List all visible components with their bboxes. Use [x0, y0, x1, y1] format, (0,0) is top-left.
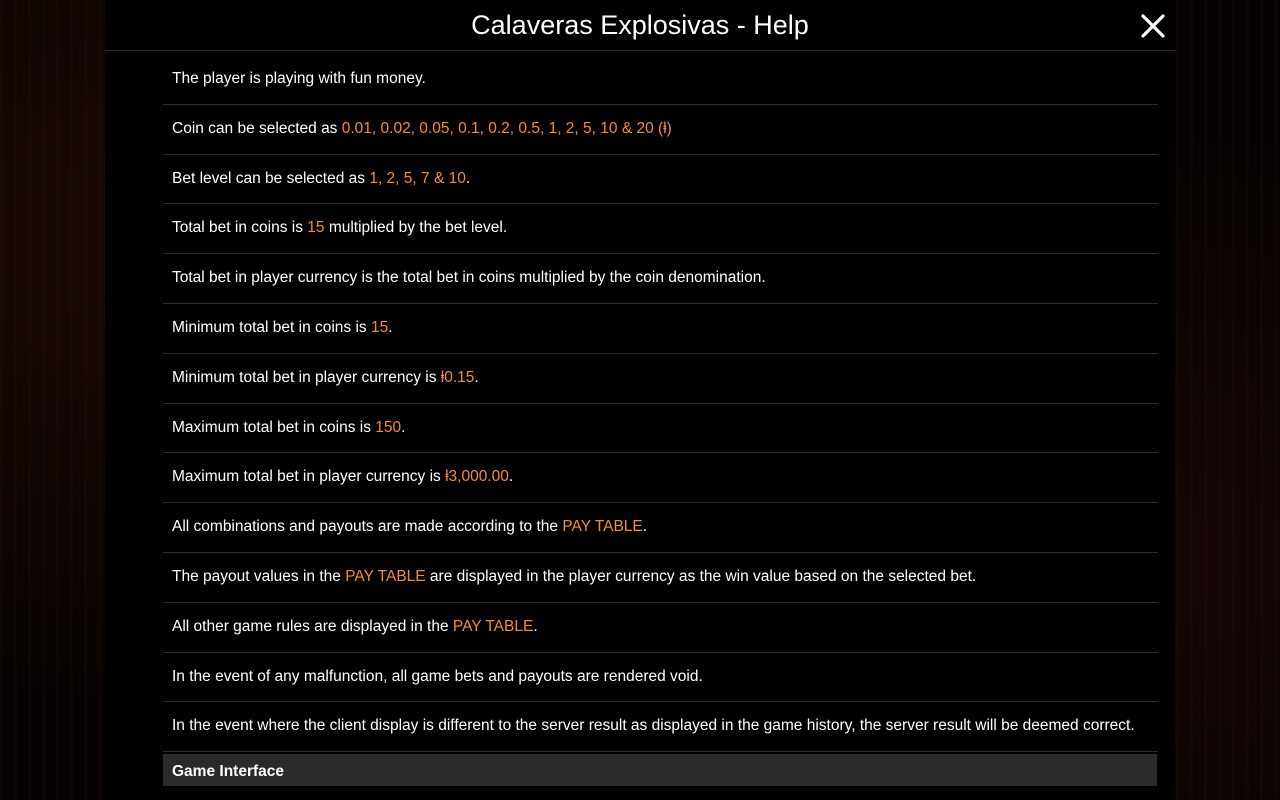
highlight-value: 15 — [307, 219, 325, 237]
help-panel: Calaveras Explosivas - Help The player i… — [105, 0, 1175, 800]
rule-text: . — [388, 318, 393, 336]
highlight-value: PAY TABLE — [452, 617, 534, 635]
rule-text: Maximum total bet in coins is — [172, 418, 376, 436]
rule-row: The player is playing with fun money. — [163, 55, 1158, 105]
help-title: Calaveras Explosivas - Help — [471, 10, 809, 40]
highlight-value: 1, 2, 5, 7 & 10 — [369, 169, 466, 187]
rule-row: Total bet in coins is 15 multiplied by t… — [163, 204, 1158, 255]
rule-text: . — [474, 368, 479, 386]
rule-text: multiplied by the bet level. — [324, 219, 508, 237]
rule-text: . — [401, 418, 406, 436]
rule-row: The payout values in the PAY TABLE are d… — [163, 553, 1158, 603]
rule-row: Minimum total bet in player currency is … — [163, 354, 1158, 404]
rule-row: Maximum total bet in player currency is … — [163, 453, 1158, 504]
rule-row: Total bet in player currency is the tota… — [163, 254, 1158, 304]
rule-text: Minimum total bet in player currency is — [172, 368, 441, 386]
rule-row: In the event of any malfunction, all gam… — [163, 653, 1158, 703]
rule-text: . — [642, 518, 648, 536]
rules-list: The player is playing with fun money. Coi… — [163, 55, 1158, 753]
rule-text: Total bet in player currency is the tota… — [172, 269, 766, 287]
help-header: Calaveras Explosivas - Help — [105, 0, 1175, 51]
rule-text: Minimum total bet in coins is — [172, 318, 371, 336]
rule-text: Bet level can be selected as — [172, 169, 370, 187]
highlight-value: PAY TABLE — [562, 518, 643, 536]
rule-text: In the event where the client display is… — [172, 717, 1135, 735]
section-header-game-interface: Game Interface — [163, 754, 1157, 786]
rule-text: All combinations and payouts are made ac… — [172, 518, 563, 536]
rule-row: Coin can be selected as 0.01, 0.02, 0.05… — [163, 105, 1158, 155]
rule-text: The payout values in the — [172, 567, 346, 585]
rule-text: . — [533, 617, 538, 635]
highlight-value: 150 — [375, 418, 402, 436]
highlight-value: 15 — [371, 318, 389, 336]
section-title: Game Interface — [172, 763, 284, 780]
close-icon — [1141, 14, 1165, 38]
rule-row: All combinations and payouts are made ac… — [163, 503, 1158, 553]
highlight-value: ⱡ0.15 — [440, 368, 475, 386]
rule-text: All other game rules are displayed in th… — [172, 617, 453, 635]
rule-text: Coin can be selected as — [172, 119, 342, 137]
rule-text: . — [465, 169, 471, 187]
rule-text: Maximum total bet in player currency is — [172, 468, 446, 486]
rule-text: In the event of any malfunction, all gam… — [172, 667, 703, 685]
rule-row: Bet level can be selected as 1, 2, 5, 7 … — [163, 155, 1158, 205]
rule-row: In the event where the client display is… — [163, 702, 1158, 753]
rule-row: All other game rules are displayed in th… — [163, 603, 1158, 653]
rule-row: Minimum total bet in coins is 15. — [163, 304, 1158, 354]
rule-text: . — [508, 468, 514, 486]
highlight-value: ⱡ3,000.00 — [445, 468, 509, 486]
rule-row: Maximum total bet in coins is 150. — [163, 404, 1158, 454]
rule-text: are displayed in the player currency as … — [425, 567, 977, 585]
close-button[interactable] — [1135, 8, 1171, 44]
highlight-value: 0.01, 0.02, 0.05, 0.1, 0.2, 0.5, 1, 2, 5… — [341, 119, 672, 137]
rule-text: Total bet in coins is — [172, 219, 308, 237]
highlight-value: PAY TABLE — [345, 567, 426, 585]
rule-text: The player is playing with fun money. — [172, 70, 426, 87]
